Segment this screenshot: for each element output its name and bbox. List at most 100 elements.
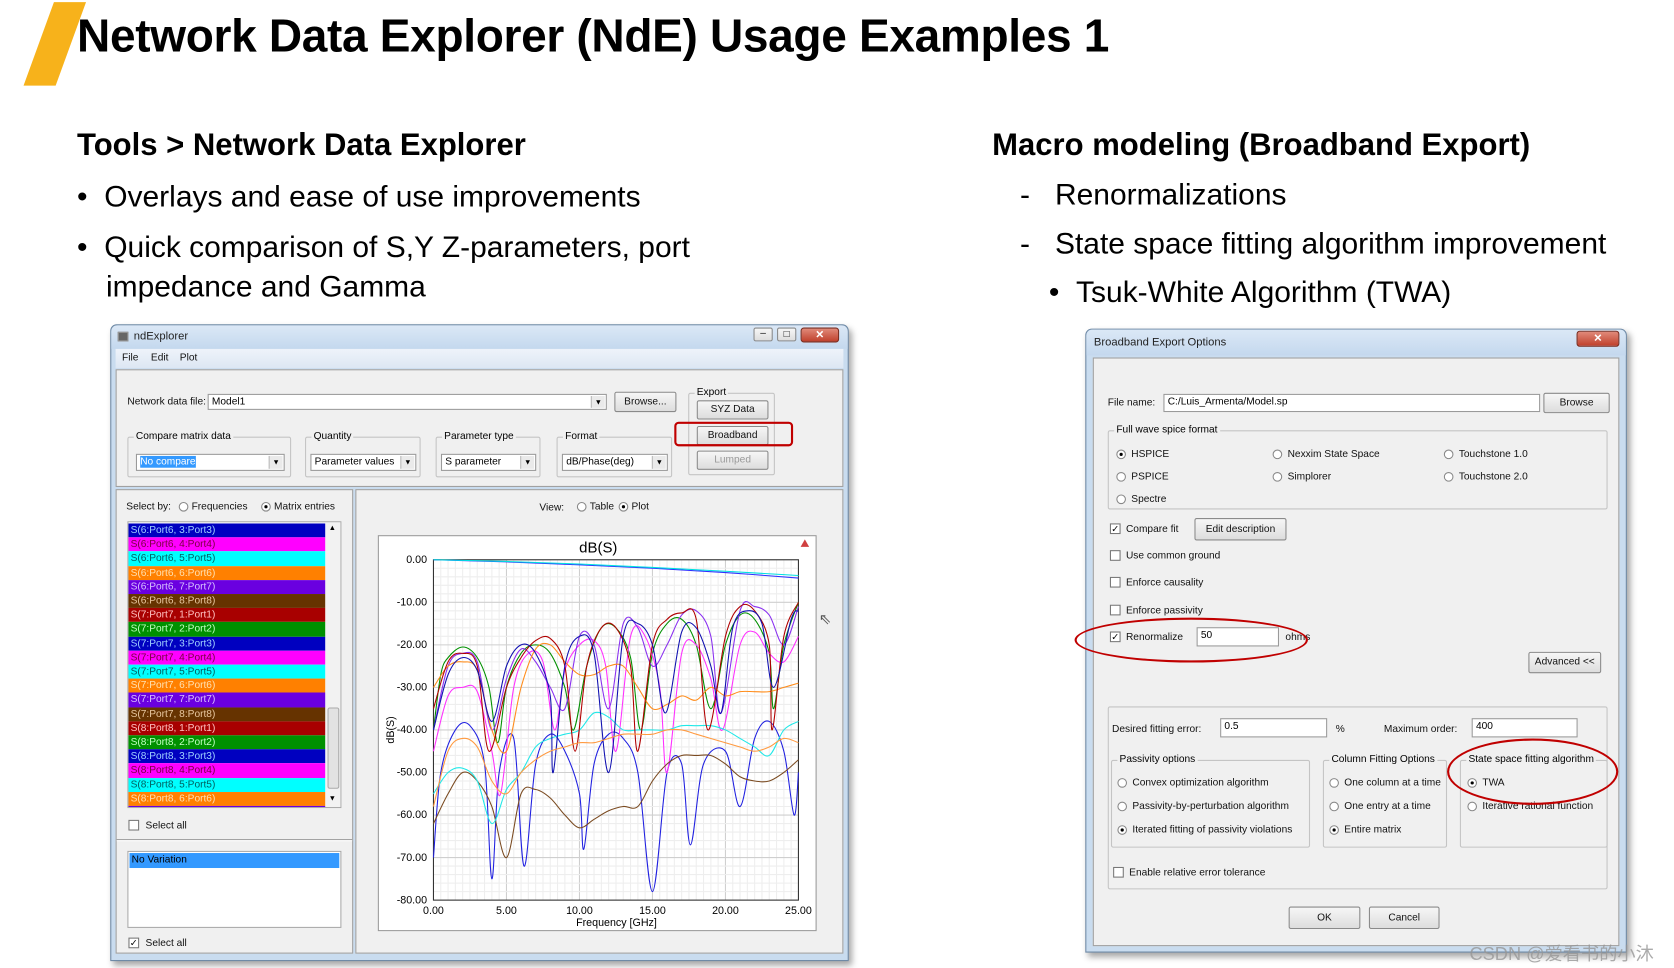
file-name-input[interactable]: C:/Luis_Armenta/Model.sp [1163,393,1541,413]
option-checkbox[interactable] [1109,550,1121,561]
list-item[interactable]: S(7:Port7, 6:Port6) [128,678,326,693]
bullet-text: Quick comparison of S,Y Z-parameters, po… [104,230,690,264]
highlight-ellipse [1447,738,1619,805]
list-item[interactable]: S(6:Port6, 4:Port4) [128,537,326,552]
check-icon: ✓ [129,937,138,949]
passivity-radio[interactable] [1117,801,1128,812]
select-all-checkbox[interactable] [128,819,140,831]
quantity-value: Parameter values [314,455,395,468]
scrollbar[interactable]: ▲ ▼ [325,522,341,808]
compare-label: Compare matrix data [133,430,234,443]
format-radio[interactable] [1116,449,1126,460]
option-label: Enforce causality [1125,576,1204,589]
scroll-up-icon[interactable]: ▲ [329,524,336,531]
sub-bullet-text: Tsuk-White Algorithm (TWA) [1076,275,1452,309]
variation-list[interactable]: No Variation [127,850,342,928]
format-label: Touchstone 2.0 [1458,470,1528,483]
column-radio[interactable] [1329,801,1339,812]
passivity-radio[interactable] [1117,825,1128,835]
splitter[interactable] [116,839,353,842]
compare-fit-label: Compare fit [1125,523,1179,536]
list-item[interactable]: S(8:Port8, 3:Port3) [128,749,326,764]
maximize-button[interactable]: □ [777,327,797,342]
column-radio[interactable] [1329,825,1339,835]
menu-edit[interactable]: Edit [151,352,169,364]
list-item[interactable]: S(6:Port6, 8:Port8) [128,594,326,609]
broadband-export-dialog: Broadband Export Options ✕ File name: C:… [1074,328,1627,953]
select-all-2-checkbox[interactable]: ✓ [128,937,140,949]
menu-file[interactable]: File [122,352,138,364]
plot-frame[interactable]: 0.00 -10.00 -20.00 -30.00 -40.00 -50.00 -60.00… [377,535,817,932]
parameter-type-combo[interactable]: S parameter ▼ [440,453,537,471]
list-item[interactable]: S(8:Port8, 4:Port4) [128,763,326,778]
menu-plot[interactable]: Plot [180,352,198,364]
list-item[interactable]: S(8:Port8, 1:Port1) [128,721,326,736]
frequencies-radio[interactable] [178,501,189,512]
browse-button[interactable]: Browse... [614,391,677,413]
matrix-entry-list[interactable]: S(6:Port6, 3:Port3) S(6:Port6, 4:Port4) S(… [127,521,342,809]
column-option-label: Entire matrix [1344,824,1402,836]
left-heading: Tools > Network Data Explorer [77,128,526,163]
edit-description-button[interactable]: Edit description [1194,518,1287,541]
minimize-button[interactable]: – [753,327,773,342]
variation-item[interactable]: No Variation [129,853,340,869]
dialog-title: Broadband Export Options [1093,336,1227,349]
app-icon [117,331,129,342]
format-radio[interactable] [1116,472,1126,482]
x-tick-label: 0.00 [423,905,444,917]
list-item[interactable]: S(8:Port8, 6:Port6) [128,791,326,806]
compare-value: No compare [140,455,196,468]
list-item[interactable]: S(7:Port7, 5:Port5) [128,664,326,679]
format-radio[interactable] [1116,494,1126,505]
format-radio[interactable] [1272,449,1283,460]
scroll-down-icon[interactable]: ▼ [329,795,336,802]
list-item[interactable]: S(7:Port7, 2:Port2) [128,622,326,637]
relative-tol-checkbox[interactable] [1113,866,1124,878]
format-radio[interactable] [1443,472,1454,482]
list-item[interactable]: S(6:Port6, 3:Port3) [128,523,326,538]
close-button[interactable]: ✕ [800,327,840,343]
format-label: HSPICE [1131,448,1170,461]
table-radio[interactable] [576,501,587,512]
close-button[interactable]: ✕ [1576,330,1620,347]
quantity-combo[interactable]: Parameter values ▼ [310,453,417,471]
option-checkbox[interactable] [1109,604,1121,616]
max-order-input[interactable]: 400 [1471,718,1578,738]
list-item[interactable]: S(7:Port7, 7:Port7) [128,692,326,708]
passivity-radio[interactable] [1117,778,1128,788]
browse-button[interactable]: Browse [1543,392,1610,414]
format-radio[interactable] [1443,449,1454,460]
scrollbar-thumb[interactable] [327,707,340,789]
cancel-button[interactable]: Cancel [1368,906,1440,930]
lumped-button[interactable]: Lumped [696,450,769,470]
list-item[interactable]: S(8:Port8, 2:Port2) [128,735,326,750]
format-combo[interactable]: dB/Phase(deg) ▼ [561,453,668,471]
list-item[interactable]: S(7:Port7, 3:Port3) [128,636,326,651]
list-item[interactable]: S(6:Port6, 5:Port5) [128,551,326,566]
option-checkbox[interactable] [1109,576,1121,588]
list-item[interactable]: S(6:Port6, 7:Port7) [128,579,326,594]
format-radio[interactable] [1272,472,1283,482]
network-file-combo[interactable]: Model1 ▼ [207,393,607,410]
column-radio[interactable] [1329,778,1339,788]
list-item[interactable]: S(7:Port7, 4:Port4) [128,650,326,665]
fit-error-input[interactable]: 0.5 [1220,718,1328,738]
sub-bullet: • Tsuk-White Algorithm (TWA) [1048,275,1452,309]
list-item[interactable]: S(6:Port6, 6:Port6) [128,565,326,580]
format-label: Spectre [1131,493,1167,506]
advanced-button[interactable]: Advanced << [1528,651,1602,674]
matrix-entries-radio[interactable] [261,501,271,512]
syz-data-button[interactable]: SYZ Data [696,400,769,420]
y-axis-label: dB(S) [385,716,397,743]
ok-button[interactable]: OK [1288,906,1361,930]
compare-fit-checkbox[interactable]: ✓ [1109,523,1121,535]
compare-combo[interactable]: No compare ▼ [135,453,285,471]
plot-radio[interactable] [618,501,629,512]
state_space-radio[interactable] [1467,801,1478,812]
dash-text: State space fitting algorithm improvemen… [1054,226,1607,261]
list-item[interactable]: S(7:Port7, 8:Port8) [128,707,326,722]
list-item[interactable]: S(8:Port8, 5:Port5) [128,777,326,792]
list-item[interactable]: S(7:Port7, 1:Port1) [128,608,326,623]
passivity-label: Passivity options [1117,753,1198,766]
list-item[interactable]: S(8:Port8, 7:Port7) [128,805,326,808]
